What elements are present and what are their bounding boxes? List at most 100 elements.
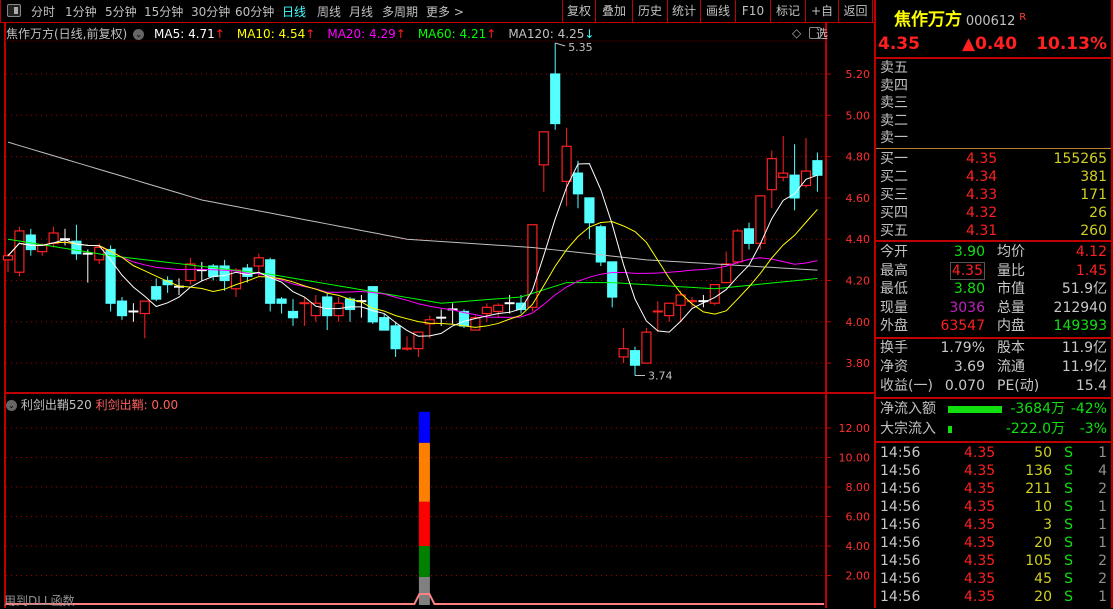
tick-count: 2 [1098,553,1107,569]
tick-volume: 105 [1025,553,1052,569]
toolbar-button[interactable]: 画线 [701,0,736,23]
toolbar-button[interactable]: 叠加 [596,0,633,23]
period-tab[interactable]: 15分钟 [144,3,183,20]
diamond-icon[interactable]: ◇ [792,26,801,40]
fin-row: 收益(一) 0.070 PE(动) 15.4 [880,377,1107,395]
toolbar: 分时 1分钟 5分钟 15分钟 30分钟 60分钟 日线 周线 月线 多周期 更多 > 复权 叠加 历史… [0,0,874,41]
flow-label: 净流入额 [880,401,936,417]
tick-volume: 50 [1034,445,1052,461]
ma-value: MA120: 4.25 [508,27,585,41]
candle-up [185,263,196,282]
sell-level-label: 卖二 [880,112,908,129]
stat-row: 今开 3.90 均价 4.12 [880,243,1107,261]
fin-label: 净资 [880,359,908,375]
toolbar-button[interactable]: 历史 [633,0,668,23]
toolbar-button[interactable]: F10 [736,0,771,23]
arrow-down-icon: ↓ [584,27,595,41]
stat-value: 3.80 [953,281,985,297]
fin-label: PE(动) [997,378,1040,394]
period-tab[interactable]: 60分钟 [235,3,274,20]
flow-row: 大宗流入 -222.0万 -3% [880,420,1107,438]
tick-time: 14:56 [880,445,921,461]
stat-label: 最高 [880,262,908,279]
period-tab[interactable]: 周线 [317,3,341,20]
tick-volume: 3 [1043,517,1052,533]
price-axis-label: 5.00 [846,109,871,122]
period-tab[interactable]: 更多 > [426,3,464,20]
tick-side: S [1064,589,1073,605]
stat-value: 3036 [949,299,985,316]
period-tab[interactable]: 日线 [282,3,306,20]
indicator-header: ⌄ 利剑出鞘520 利剑出鞘: 0.00 [6,396,178,413]
tick-row: 14:56 4.35 10 S 1 [880,498,1107,516]
sell-row: 卖三 [880,94,1107,112]
stat-value: 149393 [1053,318,1107,334]
buy-level-label: 买二 [880,169,908,185]
candle-down [379,317,390,331]
layout-toggle-icon[interactable] [7,4,21,17]
flow-pct: -3% [1079,421,1107,437]
buy-volume: 155265 [1053,151,1107,167]
candle-down [390,325,401,350]
panel-toggle-icon[interactable] [809,27,821,39]
candle-down [287,310,299,319]
period-tab[interactable]: 月线 [349,3,373,20]
stat-value: 4.12 [1075,244,1107,260]
period-tab[interactable]: 分时 [31,3,55,20]
candle-up [664,302,675,317]
candle-up [732,230,743,263]
ma-label: MA5: 4.71↑ [154,27,231,41]
ma60-line [7,238,818,304]
stat-label: 均价 [997,244,1025,260]
period-tab[interactable]: 1分钟 [65,3,97,20]
stat-row: 外盘 63547 内盘 149393 [880,317,1107,335]
period-tab[interactable]: 5分钟 [105,3,137,20]
chevron-down-icon[interactable]: ⌄ [133,29,145,40]
tick-count: 1 [1098,535,1107,551]
stat-label: 量比 [997,262,1025,279]
candle-down [607,261,618,298]
sell-row: 卖二 [880,112,1107,130]
tick-count: 1 [1098,499,1107,515]
fin-value: 11.9亿 [1061,340,1107,356]
kline-chart[interactable]: 5.20 5.00 4.80 4.60 4.40 4.20 4.00 3.80 5.35 3.74… [0,0,874,608]
chevron-down-icon[interactable]: ⌄ [6,400,17,411]
tick-time: 14:56 [880,517,921,533]
buy-level-label: 买五 [880,223,908,239]
price-axis-label: 3.80 [846,357,871,370]
tick-side: S [1064,481,1073,497]
toolbar-button[interactable]: 复权 [563,0,596,23]
tick-side: S [1064,517,1073,533]
ma-label: MA10: 4.54↑ [237,27,321,41]
stat-label: 现量 [880,299,908,316]
arrow-up-icon: ↑ [305,27,316,41]
tick-price: 4.35 [964,589,996,605]
tick-row: 14:56 4.35 3 S 1 [880,516,1107,534]
candle-down [789,174,800,199]
buy-volume: 171 [1080,187,1107,203]
buy-level-label: 买三 [880,187,908,203]
arrow-up-icon: ↑ [214,27,225,41]
candle-up [618,348,629,358]
indicator-bar-segment [418,576,430,605]
stock-flag: R [1019,12,1027,23]
flow-pct: -42% [1070,401,1107,417]
toolbar-button[interactable]: 返回 [839,0,873,23]
price-axis-label: 4.80 [846,151,871,164]
toolbar-button[interactable]: 标记 [771,0,806,23]
price-axis-label: 4.40 [846,233,871,246]
period-tab[interactable]: 30分钟 [191,3,230,20]
tick-side: S [1064,535,1073,551]
toolbar-button[interactable]: 统计 [668,0,701,23]
period-tab[interactable]: 多周期 [382,3,418,20]
candle-up [310,302,321,317]
tick-time: 14:56 [880,535,921,551]
quote-panel: 焦作万方 000612 R 4.35 ▲0.40 10.13% 卖五 卖四 卖三 卖二… [874,0,1113,608]
toolbar-button[interactable]: +自选 [806,0,839,41]
sell-level-label: 卖五 [880,60,908,76]
buy-level-label: 买四 [880,205,908,221]
stat-label: 总量 [997,299,1025,316]
sell-level-label: 卖一 [880,130,908,146]
candle-up [37,244,48,253]
tick-time: 14:56 [880,571,921,587]
